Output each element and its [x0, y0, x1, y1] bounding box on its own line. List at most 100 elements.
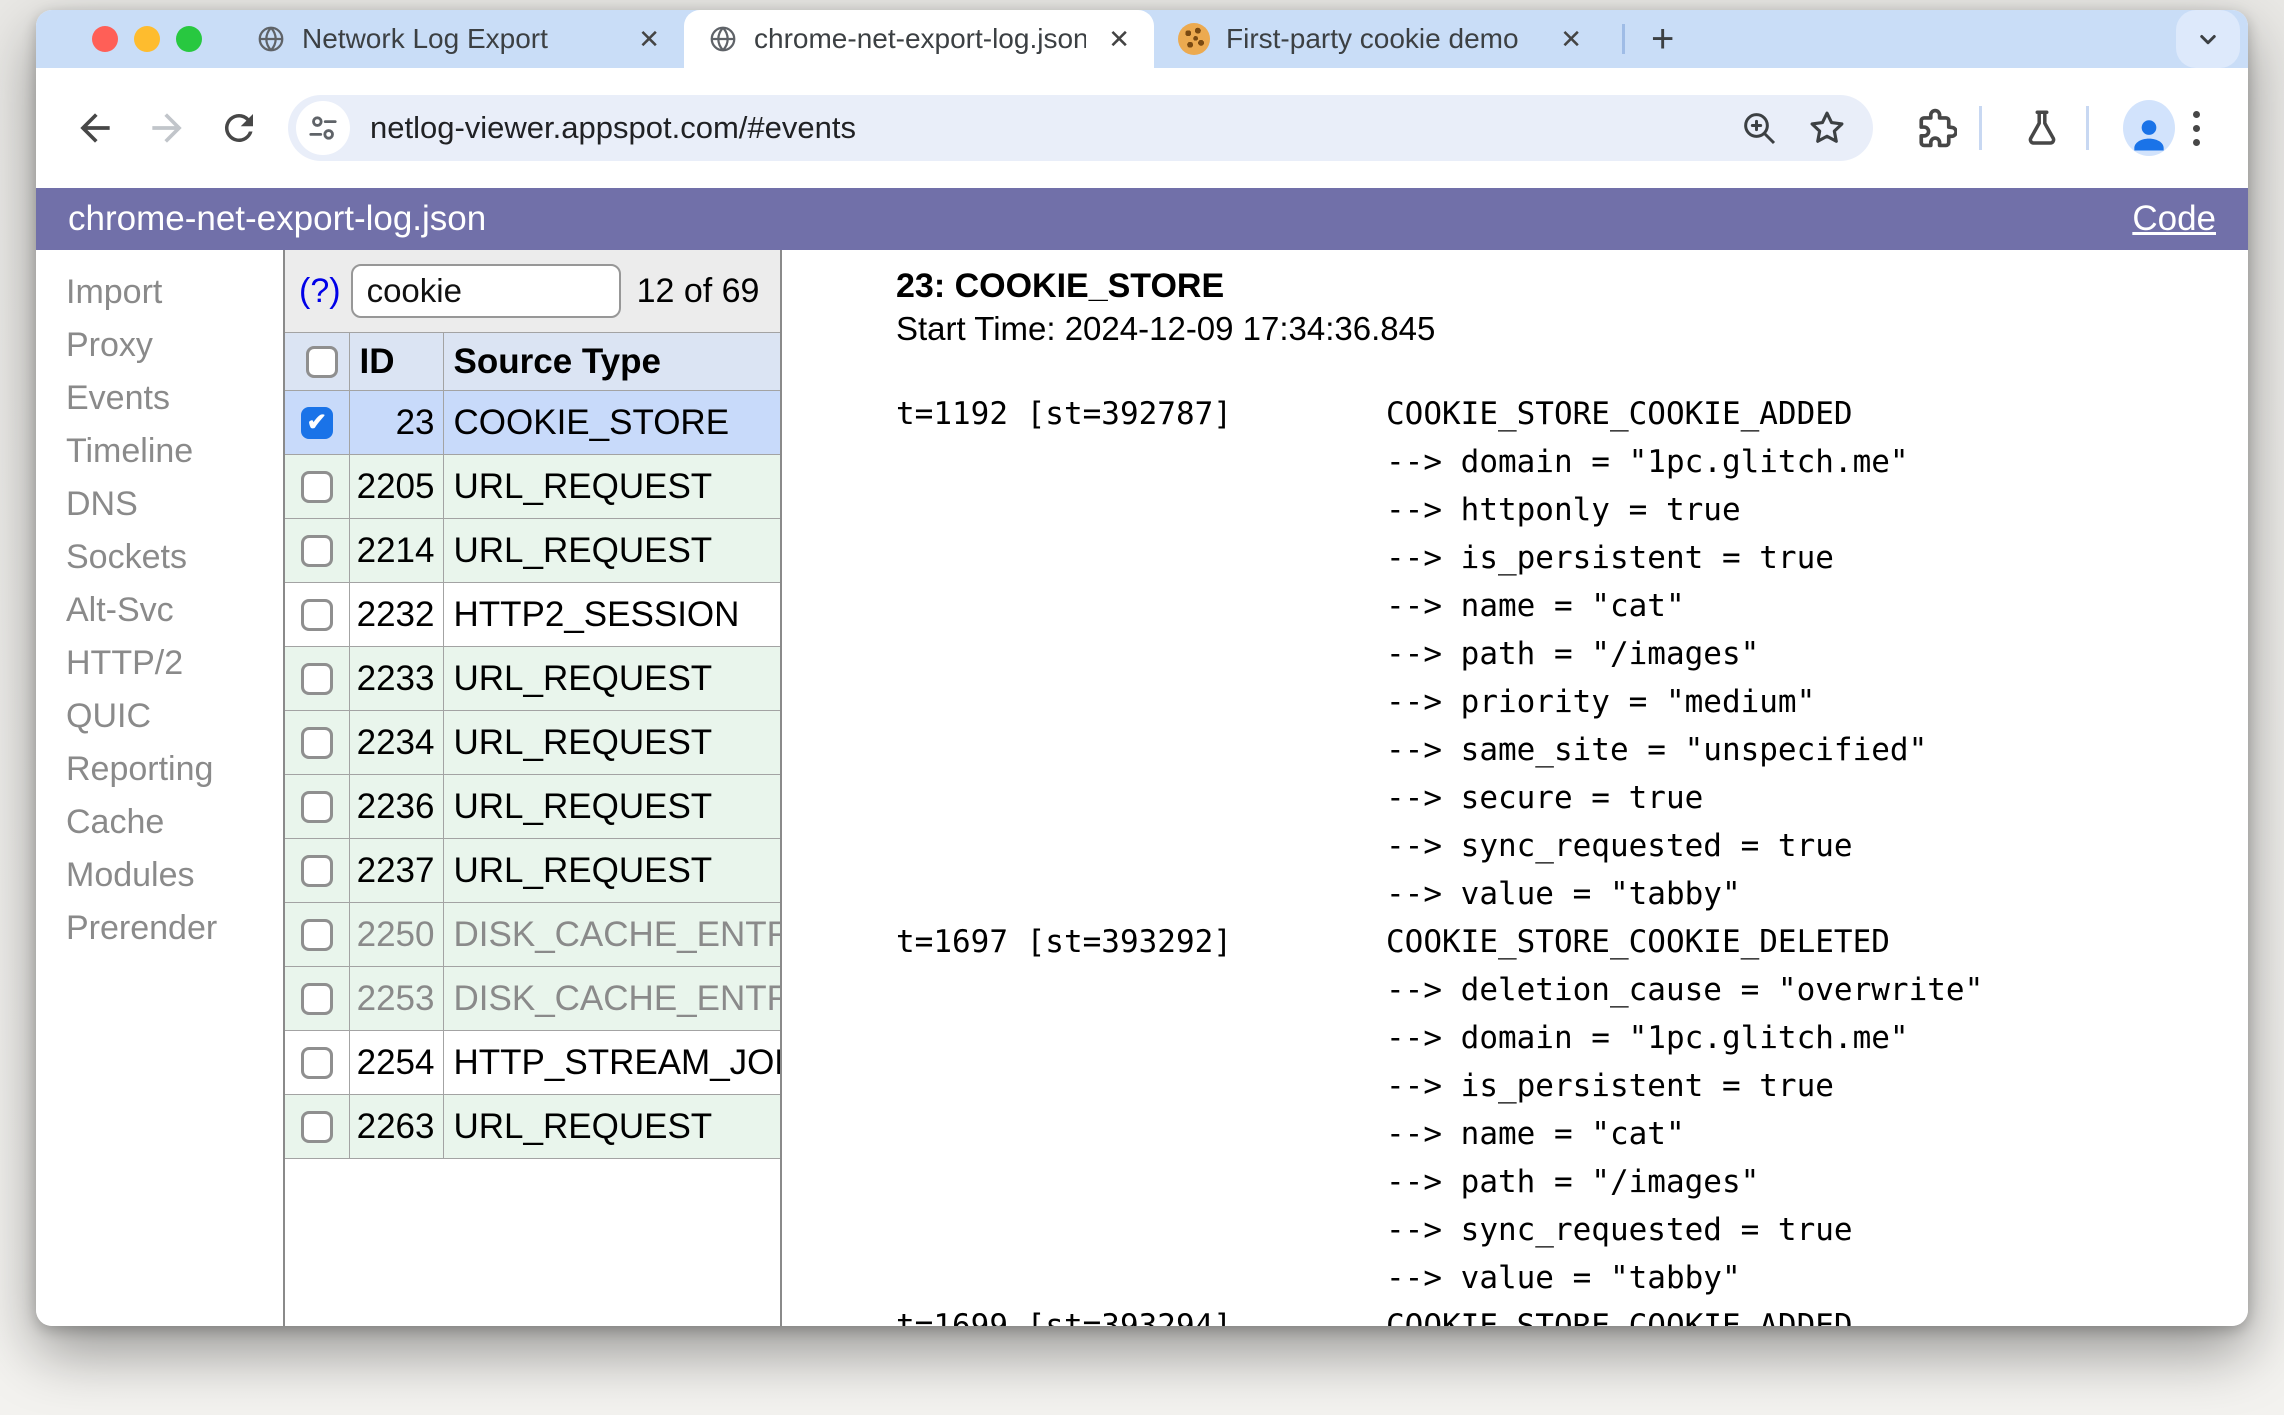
sidebar-item[interactable]: Prerender	[36, 902, 283, 955]
close-tab-icon[interactable]: ✕	[1554, 24, 1588, 55]
event-source-type: HTTP2_SESSION	[443, 582, 780, 647]
event-row[interactable]: 2232 HTTP2_SESSION	[285, 582, 780, 647]
event-row[interactable]: 2205 URL_REQUEST	[285, 454, 780, 519]
log-line: --> name = "cat"	[896, 582, 2248, 630]
tab-search-button[interactable]	[2176, 10, 2240, 68]
log-timestamp	[896, 438, 1386, 486]
sidebar-item[interactable]: Cache	[36, 796, 283, 849]
filter-help-link[interactable]: (?)	[299, 272, 341, 311]
log-timestamp	[896, 774, 1386, 822]
filter-input[interactable]	[350, 264, 621, 318]
event-id: 2205	[349, 454, 444, 519]
event-source-type: DISK_CACHE_ENTRY	[443, 902, 780, 967]
event-row[interactable]: 2237 URL_REQUEST	[285, 838, 780, 903]
row-checkbox[interactable]	[300, 470, 333, 503]
row-checkbox[interactable]	[300, 534, 333, 567]
log-line: t=1697 [st=393292] COOKIE_STORE_COOKIE_D…	[896, 918, 2248, 966]
sidebar-item[interactable]: Reporting	[36, 743, 283, 796]
row-checkbox[interactable]	[300, 918, 333, 951]
column-header-id[interactable]: ID	[349, 332, 444, 391]
bookmark-button[interactable]	[1801, 102, 1853, 154]
reload-icon	[224, 113, 253, 142]
close-window-button[interactable]	[92, 26, 118, 52]
address-bar[interactable]: netlog-viewer.appspot.com/#events	[288, 95, 1873, 161]
extensions-button[interactable]	[1909, 102, 1961, 154]
row-checkbox[interactable]	[300, 854, 333, 887]
event-id: 2234	[349, 710, 444, 775]
event-row[interactable]: 2254 HTTP_STREAM_JOB	[285, 1030, 780, 1095]
sidebar-item[interactable]: Events	[36, 372, 283, 425]
sidebar-item[interactable]: Modules	[36, 849, 283, 902]
log-line: --> is_persistent = true	[896, 1062, 2248, 1110]
event-row[interactable]: 2233 URL_REQUEST	[285, 646, 780, 711]
sidebar-item[interactable]: HTTP/2	[36, 637, 283, 690]
event-row[interactable]: 2263 URL_REQUEST	[285, 1094, 780, 1159]
log-timestamp	[896, 1158, 1386, 1206]
row-checkbox[interactable]	[300, 982, 333, 1015]
browser-menu-button[interactable]	[2175, 110, 2218, 146]
event-id: 2263	[349, 1094, 444, 1159]
forward-arrow-icon	[152, 113, 182, 143]
row-checkbox[interactable]	[300, 662, 333, 695]
loaded-file-title: chrome-net-export-log.json	[68, 199, 487, 238]
log-line: --> name = "cat"	[896, 1110, 2248, 1158]
profile-button[interactable]	[2123, 100, 2175, 156]
star-icon	[1810, 111, 1844, 143]
window-controls	[36, 26, 232, 52]
url-text[interactable]: netlog-viewer.appspot.com/#events	[370, 110, 1717, 146]
column-header-source-type[interactable]: Source Type	[443, 332, 780, 391]
zoom-button[interactable]	[1733, 102, 1785, 154]
sidebar-item[interactable]: Sockets	[36, 531, 283, 584]
select-all-checkbox[interactable]	[305, 345, 338, 378]
close-tab-icon[interactable]: ✕	[632, 24, 666, 55]
log-text: COOKIE_STORE_COOKIE_ADDED	[1386, 396, 1853, 432]
sidebar-item[interactable]: Timeline	[36, 425, 283, 478]
event-row[interactable]: 2253 DISK_CACHE_ENTRY	[285, 966, 780, 1031]
tune-icon	[309, 116, 337, 140]
sidebar-item[interactable]: DNS	[36, 478, 283, 531]
log-text: --> value = "tabby"	[1386, 1260, 1741, 1296]
log-line: --> same_site = "unspecified"	[896, 726, 2248, 774]
row-checkbox[interactable]	[300, 1046, 333, 1079]
event-row[interactable]: 2250 DISK_CACHE_ENTRY	[285, 902, 780, 967]
row-checkbox[interactable]	[300, 790, 333, 823]
sidebar-item[interactable]: QUIC	[36, 690, 283, 743]
tab-chrome-net-export-log[interactable]: chrome-net-export-log.json - ✕	[684, 10, 1154, 68]
app-header: chrome-net-export-log.json Code	[36, 188, 2248, 250]
sidebar: Import Proxy Events Timeline DNS Sockets…	[36, 250, 283, 1326]
forward-button[interactable]	[138, 99, 196, 157]
new-tab-button[interactable]: +	[1641, 10, 1684, 68]
row-checkbox[interactable]	[300, 726, 333, 759]
close-tab-icon[interactable]: ✕	[1102, 24, 1136, 55]
event-row[interactable]: 2234 URL_REQUEST	[285, 710, 780, 775]
tab-network-log-export[interactable]: Network Log Export ✕	[232, 10, 684, 68]
row-checkbox[interactable]	[300, 1110, 333, 1143]
experiments-button[interactable]	[2016, 102, 2068, 154]
log-text: --> deletion_cause = "overwrite"	[1386, 972, 1984, 1008]
sidebar-item[interactable]: Import	[36, 266, 283, 319]
tab-first-party-cookie-demo[interactable]: First-party cookie demo ✕	[1154, 10, 1606, 68]
log-output: t=1192 [st=392787] COOKIE_STORE_COOKIE_A…	[896, 390, 2248, 1326]
tab-title: chrome-net-export-log.json -	[754, 23, 1087, 54]
log-timestamp: t=1697 [st=393292]	[896, 924, 1232, 960]
site-settings-button[interactable]	[296, 101, 350, 155]
code-link[interactable]: Code	[2132, 199, 2216, 239]
log-text: --> httponly = true	[1386, 492, 1741, 528]
log-line: --> path = "/images"	[896, 1158, 2248, 1206]
sidebar-item[interactable]: Proxy	[36, 319, 283, 372]
row-checkbox[interactable]: ✔	[300, 406, 333, 439]
event-id: 2214	[349, 518, 444, 583]
minimize-window-button[interactable]	[134, 26, 160, 52]
event-row[interactable]: 2236 URL_REQUEST	[285, 774, 780, 839]
content-area: Import Proxy Events Timeline DNS Sockets…	[36, 250, 2248, 1326]
fullscreen-window-button[interactable]	[176, 26, 202, 52]
sidebar-item[interactable]: Alt-Svc	[36, 584, 283, 637]
log-line: --> priority = "medium"	[896, 678, 2248, 726]
log-timestamp	[896, 1062, 1386, 1110]
event-row[interactable]: ✔ 23 COOKIE_STORE	[285, 390, 780, 455]
log-timestamp	[896, 726, 1386, 774]
event-row[interactable]: 2214 URL_REQUEST	[285, 518, 780, 583]
reload-button[interactable]	[210, 99, 268, 157]
row-checkbox[interactable]	[300, 598, 333, 631]
back-button[interactable]	[66, 99, 124, 157]
